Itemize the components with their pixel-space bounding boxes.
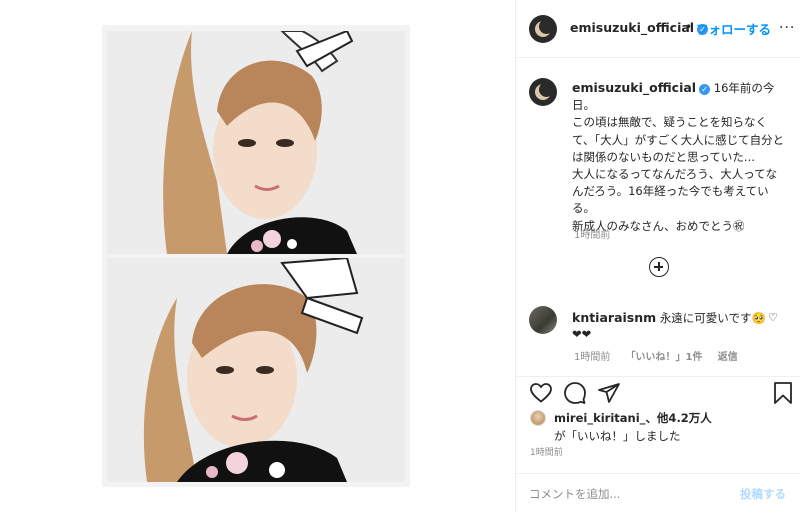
commenter-avatar[interactable] — [529, 306, 557, 334]
likes-suffix: が「いいね！」しました — [554, 429, 681, 443]
comment-timestamp[interactable]: 1時間前 — [574, 352, 610, 363]
liker-username[interactable]: mirei_kiritani_ — [554, 411, 645, 425]
likes-text[interactable]: mirei_kiritani_、他4.2万人 が「いいね！」しました — [554, 409, 794, 445]
post-photo-card[interactable] — [102, 25, 410, 487]
portrait-photo-bottom — [107, 258, 405, 482]
add-comment-bar: 投稿する — [516, 473, 800, 513]
follow-button[interactable]: フォローする — [696, 19, 771, 38]
save-bookmark-icon[interactable] — [772, 381, 794, 405]
post-timestamp[interactable]: 1時間前 — [530, 445, 563, 458]
verified-badge-icon: ✓ — [699, 84, 711, 95]
reply-button[interactable]: 返信 — [718, 352, 738, 363]
portrait-photo-top — [107, 31, 405, 254]
liker-avatar[interactable] — [530, 410, 546, 426]
caption-username[interactable]: emisuzuki_official — [572, 80, 696, 95]
header-separator: • — [685, 20, 693, 34]
more-options-icon[interactable]: ··· — [779, 20, 795, 36]
like-heart-icon[interactable] — [529, 381, 553, 405]
instagram-post: emisuzuki_official ✓ • フォローする ··· emisuzu… — [0, 0, 800, 512]
caption-line-2: この頃は無敵で、疑うことを知らなくて、「大人」がすごく大人に感じて自分とは関係の… — [572, 115, 785, 164]
post-comment-button[interactable]: 投稿する — [740, 486, 786, 502]
caption-timestamp[interactable]: 1時間前 — [574, 226, 610, 241]
comment-bubble-icon[interactable] — [563, 381, 587, 405]
post-caption: emisuzuki_official ✓ 16年前の今日。 この頃は無敵で、疑うこ… — [572, 79, 787, 235]
comment-like-icon[interactable]: ♡ — [768, 311, 778, 324]
share-paper-plane-icon[interactable] — [597, 381, 621, 405]
post-side-panel: emisuzuki_official ✓ • フォローする ··· emisuzu… — [515, 0, 800, 512]
comment-likes-count[interactable]: 「いいね！」1件 — [626, 352, 703, 363]
comment-input[interactable] — [529, 483, 719, 505]
caption-author-avatar[interactable] — [529, 78, 557, 106]
plus-circle-icon[interactable] — [649, 257, 669, 277]
caption-line-3: 大人になるってなんだろう、大人ってなんだろう。16年経った今でも考えている。 — [572, 167, 778, 216]
likes-others-count[interactable]: 、他4.2万人 — [645, 411, 711, 425]
post-actions-section: mirei_kiritani_、他4.2万人 が「いいね！」しました 1時間前 … — [516, 376, 800, 506]
comment-body: kntiaraisnm 永遠に可愛いです🥺❤❤ — [572, 310, 772, 342]
comment-meta: 1時間前 「いいね！」1件 返信 — [574, 348, 750, 363]
post-media-area — [0, 0, 515, 512]
commenter-username[interactable]: kntiaraisnm — [572, 310, 656, 325]
author-avatar[interactable] — [529, 15, 557, 43]
author-username[interactable]: emisuzuki_official — [570, 20, 694, 35]
post-header: emisuzuki_official ✓ • フォローする ··· — [516, 0, 800, 58]
